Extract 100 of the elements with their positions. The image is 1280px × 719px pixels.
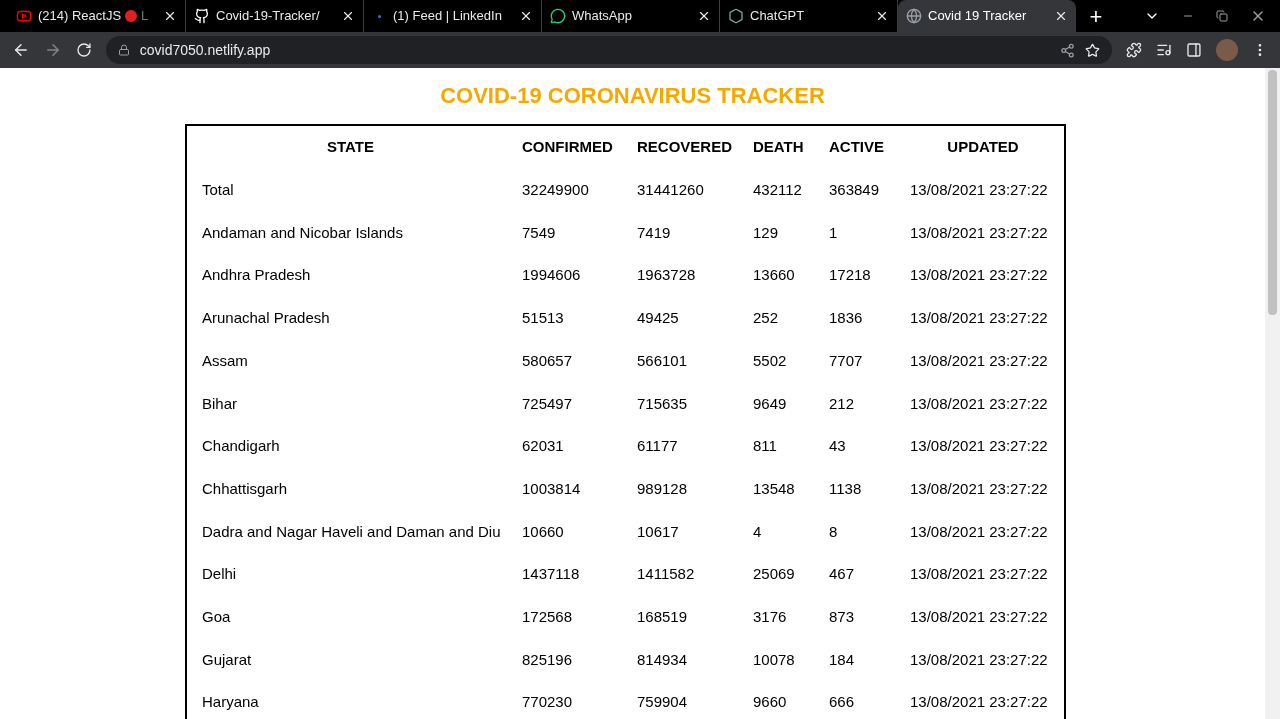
- table-cell-text: 9660: [752, 692, 787, 710]
- table-cell-text: 13/08/2021 23:27:22: [909, 437, 1048, 455]
- table-cell-text: 252: [752, 309, 779, 327]
- scrollbar-thumb[interactable]: [1268, 70, 1277, 315]
- table-cell-text: 666: [828, 692, 855, 710]
- table-cell-text: 61177: [636, 437, 678, 455]
- column-header: ACTIVE: [828, 137, 885, 158]
- close-icon[interactable]: [341, 9, 355, 23]
- table-cell-text: 9649: [752, 394, 787, 412]
- table-cell-text: 467: [828, 565, 855, 583]
- table-cell-text: 1411582: [636, 565, 695, 583]
- table-cell-text: 363849: [828, 181, 880, 199]
- table-cell-text: Andhra Pradesh: [201, 266, 311, 284]
- table-cell-text: 31441260: [636, 181, 704, 199]
- table-cell-text: 432112: [752, 181, 802, 199]
- table-cell-text: 566101: [636, 351, 688, 369]
- table-cell-text: 13/08/2021 23:27:22: [909, 266, 1048, 284]
- table-cell-text: 1836: [828, 309, 863, 327]
- table-cell-text: Chhattisgarh: [201, 479, 288, 497]
- table-cell-text: 759904: [636, 692, 688, 710]
- table-cell-text: 13548: [752, 479, 795, 497]
- new-tab-button[interactable]: +: [1076, 0, 1116, 32]
- table-cell-text: 17218: [828, 266, 871, 284]
- star-icon[interactable]: [1085, 42, 1101, 58]
- table-cell-text: Arunachal Pradesh: [201, 309, 330, 327]
- side-panel-icon[interactable]: [1186, 42, 1203, 58]
- table-cell-text: 32249900: [521, 181, 589, 199]
- lock-icon: [117, 44, 130, 56]
- browser-tab[interactable]: Covid 19 Tracker: [898, 0, 1076, 32]
- column-header: CONFIRMED: [521, 137, 614, 158]
- table-cell-text: 25069: [752, 565, 795, 583]
- table-cell-text: 212: [828, 394, 855, 412]
- table-cell-text: 5502: [752, 351, 787, 369]
- page-title: COVID-19 CORONAVIRUS TRACKER: [440, 82, 825, 110]
- url-text: covid7050.netlify.app: [139, 40, 272, 60]
- table-cell-text: 13/08/2021 23:27:22: [909, 181, 1048, 199]
- close-icon[interactable]: [163, 9, 177, 23]
- table-cell-text: 1994606: [521, 266, 581, 284]
- media-list-icon[interactable]: [1156, 42, 1173, 58]
- table-cell-text: 184: [828, 650, 855, 668]
- table-cell-text: 13/08/2021 23:27:22: [909, 650, 1048, 668]
- table-cell-text: 1437118: [521, 565, 580, 583]
- close-icon[interactable]: [519, 9, 533, 23]
- table-cell-text: 13/08/2021 23:27:22: [909, 522, 1048, 540]
- table-cell-text: 13/08/2021 23:27:22: [909, 394, 1048, 412]
- table-cell-text: 10078: [752, 650, 795, 668]
- close-icon[interactable]: [697, 9, 711, 23]
- table-cell-text: Assam: [201, 351, 248, 369]
- video-play-icon: [16, 8, 32, 24]
- table-cell-text: Andaman and Nicobar Islands: [201, 223, 403, 241]
- table-cell-text: Goa: [201, 607, 231, 625]
- column-header: RECOVERED: [636, 137, 734, 158]
- table-cell-text: 825196: [521, 650, 573, 668]
- tab-title: (1) Feed | LinkedIn: [393, 7, 503, 26]
- column-header: STATE: [326, 137, 375, 158]
- back-icon[interactable]: [12, 41, 30, 59]
- table-cell-text: Gujarat: [201, 650, 252, 668]
- table-cell-text: 13/08/2021 23:27:22: [909, 479, 1048, 497]
- column-header: UPDATED: [946, 137, 1020, 158]
- table-cell-text: Chandigarh: [201, 437, 280, 455]
- restore-icon[interactable]: [1216, 10, 1228, 22]
- table-cell-text: 13/08/2021 23:27:22: [909, 565, 1048, 583]
- chat-bubble-icon: [550, 8, 566, 24]
- table-cell-text: 715635: [636, 394, 688, 412]
- table-cell-text: 13/08/2021 23:27:22: [909, 223, 1048, 241]
- table-cell-text: 873: [828, 607, 855, 625]
- address-bar[interactable]: covid7050.netlify.app: [105, 36, 1113, 64]
- puzzle-icon[interactable]: [1126, 42, 1143, 58]
- table-cell-text: 13660: [752, 266, 795, 284]
- table-cell-text: Dadra and Nagar Haveli and Daman and Diu: [201, 522, 501, 540]
- table-cell-text: 62031: [521, 437, 564, 455]
- table-cell-text: 8: [828, 522, 838, 540]
- close-icon[interactable]: [875, 9, 889, 23]
- table-cell-text: 1138: [828, 479, 862, 497]
- table-cell-text: 13/08/2021 23:27:22: [909, 607, 1048, 625]
- table-cell-text: 13/08/2021 23:27:22: [909, 692, 1048, 710]
- globe-icon: [906, 8, 922, 24]
- table-cell-text: Bihar: [201, 394, 238, 412]
- table-cell-text: 51513: [521, 309, 564, 327]
- table-cell-text: 770230: [521, 692, 573, 710]
- close-icon[interactable]: [1054, 9, 1068, 23]
- table-cell-text: 989128: [636, 479, 688, 497]
- share-icon[interactable]: [1060, 42, 1076, 58]
- table-cell-text: 10660: [521, 522, 564, 540]
- table-cell-text: 580657: [521, 351, 573, 369]
- tab-title: Covid-19-Tracker/: [216, 7, 321, 26]
- table-cell-text: 7419: [636, 223, 671, 241]
- cat-icon: [194, 8, 210, 24]
- table-cell-text: 13/08/2021 23:27:22: [909, 351, 1048, 369]
- table-cell-text: 814934: [636, 650, 688, 668]
- table-cell-text: 7549: [521, 223, 556, 241]
- table-cell-text: 4: [752, 522, 762, 540]
- table-cell-text: 172568: [521, 607, 573, 625]
- table-cell-text: Delhi: [201, 565, 237, 583]
- table-cell-text: 49425: [636, 309, 679, 327]
- table-cell-text: 168519: [636, 607, 688, 625]
- table-cell-text: Haryana: [201, 692, 259, 710]
- reload-icon[interactable]: [75, 42, 92, 58]
- tab-title: WhatsApp: [572, 7, 633, 26]
- table-cell-text: 725497: [521, 394, 573, 412]
